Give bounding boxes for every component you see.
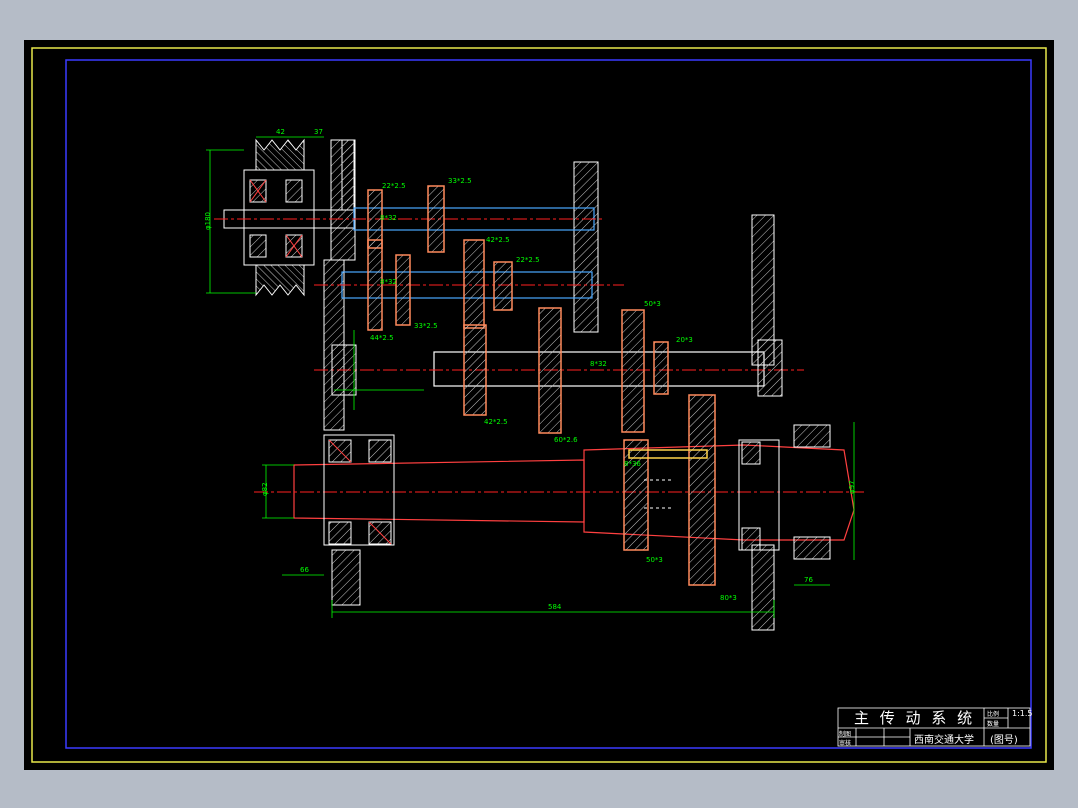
gear-label-9: 42*2.5 [484,418,508,426]
label-left-offset: 66 [300,566,309,574]
drawing-title: 主 传 动 系 统 [854,709,976,727]
label-drawn: 制图 [839,731,852,738]
spline-label-3: 8*32 [590,360,607,368]
cad-drawing: 42 37 φ180 584 66 76 φ97 φ82 22*2.5 33*2… [31,47,1047,763]
gear-label-1: 22*2.5 [382,182,406,190]
gear-label-7: 50*3 [644,300,661,308]
gear-label-6: 44*2.5 [370,334,394,342]
label-spindle-front: φ97 [848,480,856,494]
label-pulley-dia: φ180 [204,212,212,230]
drawing-sheet: 42 37 φ180 584 66 76 φ97 φ82 22*2.5 33*2… [24,40,1054,770]
school-name: 西南交通大学 [914,735,974,746]
gear-label-10: 60*2.6 [554,436,578,444]
label-pulley-width: 42 [276,128,285,136]
label-checked: 审核 [839,740,852,747]
spline-label-4: 8*36 [624,460,641,468]
gear-label-12: 80*3 [720,594,737,602]
label-scale: 比例 [987,711,1000,718]
gear-label-5: 33*2.5 [414,322,438,330]
spline-label-1: 8*32 [380,214,397,222]
label-right-offset: 76 [804,576,813,584]
gear-label-11: 50*3 [646,556,663,564]
gear-label-4: 22*2.5 [516,256,540,264]
label-spindle-rear: φ82 [261,482,269,496]
gear-label-2: 33*2.5 [448,177,472,185]
drawing-number: (图号) [990,735,1018,746]
label-quantity: 数量 [987,721,1000,728]
shaft-one [214,185,604,253]
label-pulley-offset: 37 [314,128,323,136]
v-belt-pulley [243,138,315,297]
scale-value: 1:1.5 [1012,709,1033,718]
gear-label-3: 42*2.5 [486,236,510,244]
label-total-length: 584 [548,603,562,611]
shaft-three [314,307,804,434]
gear-label-8: 20*3 [676,336,693,344]
spline-label-2: 8*32 [380,278,397,286]
